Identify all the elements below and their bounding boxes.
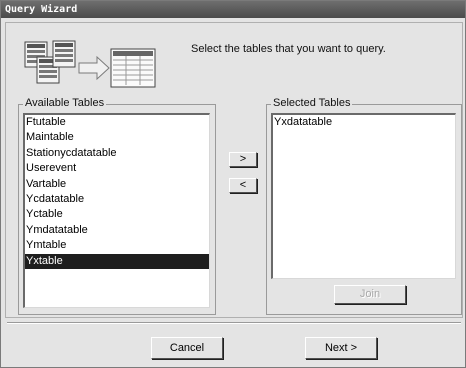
tables-to-query-icon <box>24 40 156 88</box>
available-table-list-item[interactable]: Ftutable <box>25 115 209 130</box>
title-bar: Query Wizard <box>1 1 465 18</box>
window-title: Query Wizard <box>5 4 78 15</box>
available-table-list-item[interactable]: Ymdatatable <box>25 223 209 238</box>
join-button[interactable]: Join <box>334 285 406 304</box>
cancel-button[interactable]: Cancel <box>151 337 223 359</box>
selected-tables-list[interactable]: Yxdatatable <box>271 113 456 279</box>
available-table-list-item[interactable]: Yctable <box>25 207 209 222</box>
available-table-list-item[interactable]: Maintable <box>25 130 209 145</box>
available-table-list-item[interactable]: Stationycdatatable <box>25 146 209 161</box>
available-table-list-item[interactable]: Vartable <box>25 177 209 192</box>
selected-table-list-item[interactable]: Yxdatatable <box>273 115 455 130</box>
add-table-button[interactable]: > <box>229 152 257 167</box>
instruction-text: Select the tables that you want to query… <box>191 43 386 55</box>
next-button[interactable]: Next > <box>305 337 377 359</box>
selected-tables-label: Selected Tables <box>271 97 353 109</box>
remove-table-button[interactable]: < <box>229 178 257 193</box>
available-table-list-item[interactable]: Userevent <box>25 161 209 176</box>
available-table-list-item[interactable]: Ycdatatable <box>25 192 209 207</box>
available-table-list-item[interactable]: Ymtable <box>25 238 209 253</box>
available-tables-list[interactable]: Ftutable Maintable Stationycdatatable Usere… <box>23 113 210 308</box>
available-tables-label: Available Tables <box>23 97 107 109</box>
available-table-list-item[interactable]: Yxtable <box>25 253 209 269</box>
footer-divider <box>7 322 461 324</box>
query-wizard-window: Query Wizard Select the tables that you … <box>0 0 466 368</box>
